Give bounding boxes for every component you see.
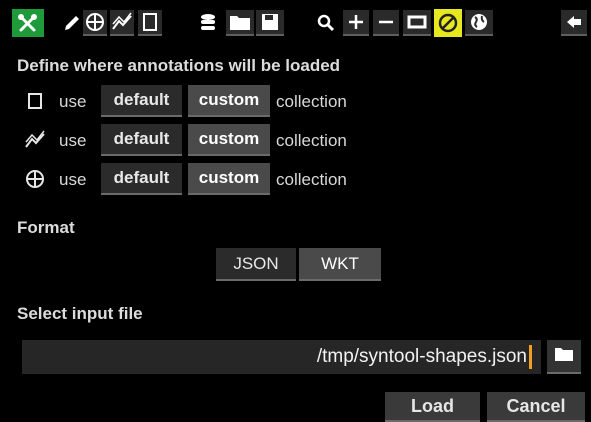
back-icon[interactable] — [561, 10, 587, 36]
swap-icon[interactable] — [403, 10, 431, 36]
collection-label: collection — [276, 170, 347, 189]
polyline-icon — [24, 129, 46, 151]
custom-button[interactable]: custom — [188, 163, 270, 195]
polygon-icon — [24, 90, 46, 112]
default-button[interactable]: default — [101, 163, 182, 195]
input-file-value: /tmp/syntool-shapes.json — [316, 346, 527, 367]
collection-label: collection — [276, 131, 347, 150]
pencil-icon[interactable] — [60, 10, 84, 36]
zoom-out-icon[interactable] — [373, 10, 399, 36]
folder-icon — [554, 346, 574, 367]
disable-icon[interactable] — [434, 9, 462, 37]
cancel-button[interactable]: Cancel — [487, 392, 585, 422]
globe-icon[interactable] — [465, 10, 493, 36]
zoom-in-icon[interactable] — [343, 10, 369, 36]
collection-label: collection — [276, 92, 347, 111]
input-file-field[interactable]: /tmp/syntool-shapes.json — [22, 340, 541, 374]
save-icon[interactable] — [256, 10, 284, 36]
load-annotations-dialog: Define where annotations will be loaded … — [0, 0, 591, 422]
annotations-section-title: Define where annotations will be loaded — [17, 56, 341, 75]
custom-button[interactable]: custom — [188, 85, 270, 117]
tools-icon[interactable] — [12, 9, 44, 37]
point-icon — [24, 168, 46, 190]
use-label: use — [59, 131, 87, 150]
default-button[interactable]: default — [101, 124, 182, 156]
use-label: use — [59, 170, 87, 189]
database-icon[interactable] — [196, 10, 220, 36]
search-icon[interactable] — [314, 10, 338, 36]
folder-icon[interactable] — [226, 10, 254, 36]
polyline-icon[interactable] — [110, 10, 134, 36]
custom-button[interactable]: custom — [188, 124, 270, 156]
polygon-icon[interactable] — [138, 10, 162, 36]
toolbar — [0, 0, 591, 46]
format-section-title: Format — [17, 218, 75, 237]
text-cursor — [529, 345, 532, 369]
browse-folder-button[interactable] — [547, 340, 581, 374]
format-wkt-button[interactable]: WKT — [299, 248, 381, 281]
point-icon[interactable] — [83, 10, 107, 36]
format-json-button[interactable]: JSON — [216, 248, 296, 281]
use-label: use — [59, 92, 87, 111]
default-button[interactable]: default — [101, 85, 182, 117]
input-section-title: Select input file — [17, 304, 143, 323]
load-button[interactable]: Load — [385, 392, 480, 422]
